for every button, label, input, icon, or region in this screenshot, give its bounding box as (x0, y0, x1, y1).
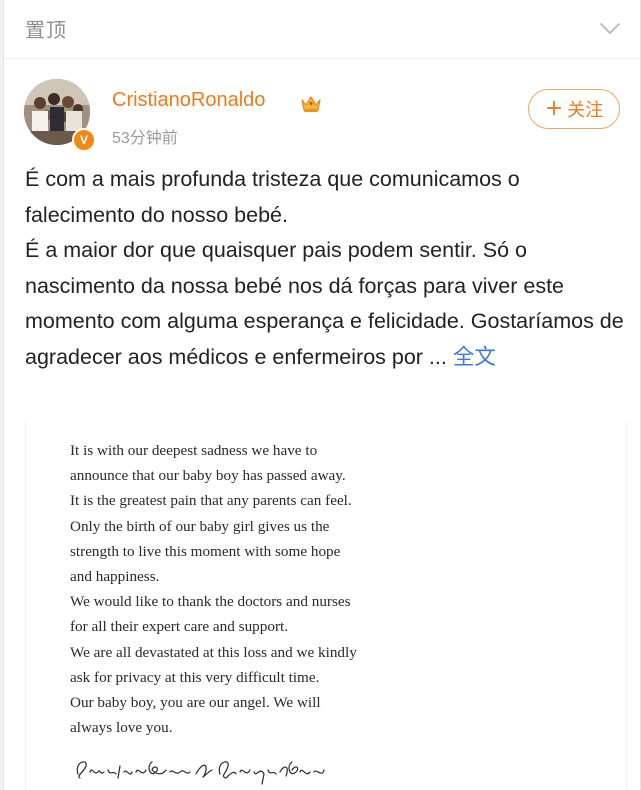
post-text: É com a mais profunda tristeza que comun… (25, 162, 625, 375)
statement-line: We would like to thank the doctors and n… (70, 593, 351, 611)
statement-line: It is with our deepest sadness we have t… (70, 442, 318, 459)
statement-image[interactable]: It is with our deepest sadness we have t… (25, 420, 627, 790)
statement-line: announce that our baby boy has passed aw… (70, 467, 346, 485)
weibo-post-card: 置顶 V CristianoRonaldo 53分钟前 + 关注 É com a… (3, 0, 641, 790)
pinned-label: 置顶 (25, 18, 67, 42)
statement-line: Only the birth of our baby girl gives us… (70, 517, 330, 535)
author-name[interactable]: CristianoRonaldo (112, 89, 265, 112)
follow-button[interactable]: + 关注 (528, 89, 620, 129)
post-paragraph-2-text: É a maior dor que quaisquer pais podem s… (25, 238, 624, 369)
statement-line: and happiness. (70, 568, 160, 586)
statement-line: strength to live this moment with some h… (70, 542, 341, 560)
statement-line: It is the greatest pain that any parents… (70, 492, 352, 510)
post-paragraph-1: É com a mais profunda tristeza que comun… (25, 167, 520, 227)
post-time: 53分钟前 (112, 130, 178, 147)
pinned-header: 置顶 (4, 0, 640, 59)
post-paragraph-2: É a maior dor que quaisquer pais podem s… (25, 233, 625, 375)
statement-line: ask for privacy at this very difficult t… (70, 668, 320, 686)
statement-line: We are all devastated at this loss and w… (70, 643, 357, 661)
crown-icon (301, 96, 321, 112)
plus-icon: + (544, 96, 564, 121)
statement-line: Our baby boy, you are our angel. We will (70, 694, 321, 712)
signature-image (76, 761, 325, 785)
verified-v-icon: V (72, 128, 96, 152)
statement-line: for all their expert care and support. (70, 618, 289, 636)
full-text-link[interactable]: 全文 (453, 345, 496, 369)
chevron-down-icon[interactable] (598, 20, 622, 36)
statement-line: always love you. (70, 719, 173, 737)
follow-label: 关注 (567, 100, 604, 121)
statement-text: It is with our deepest sadness we have t… (70, 438, 450, 740)
